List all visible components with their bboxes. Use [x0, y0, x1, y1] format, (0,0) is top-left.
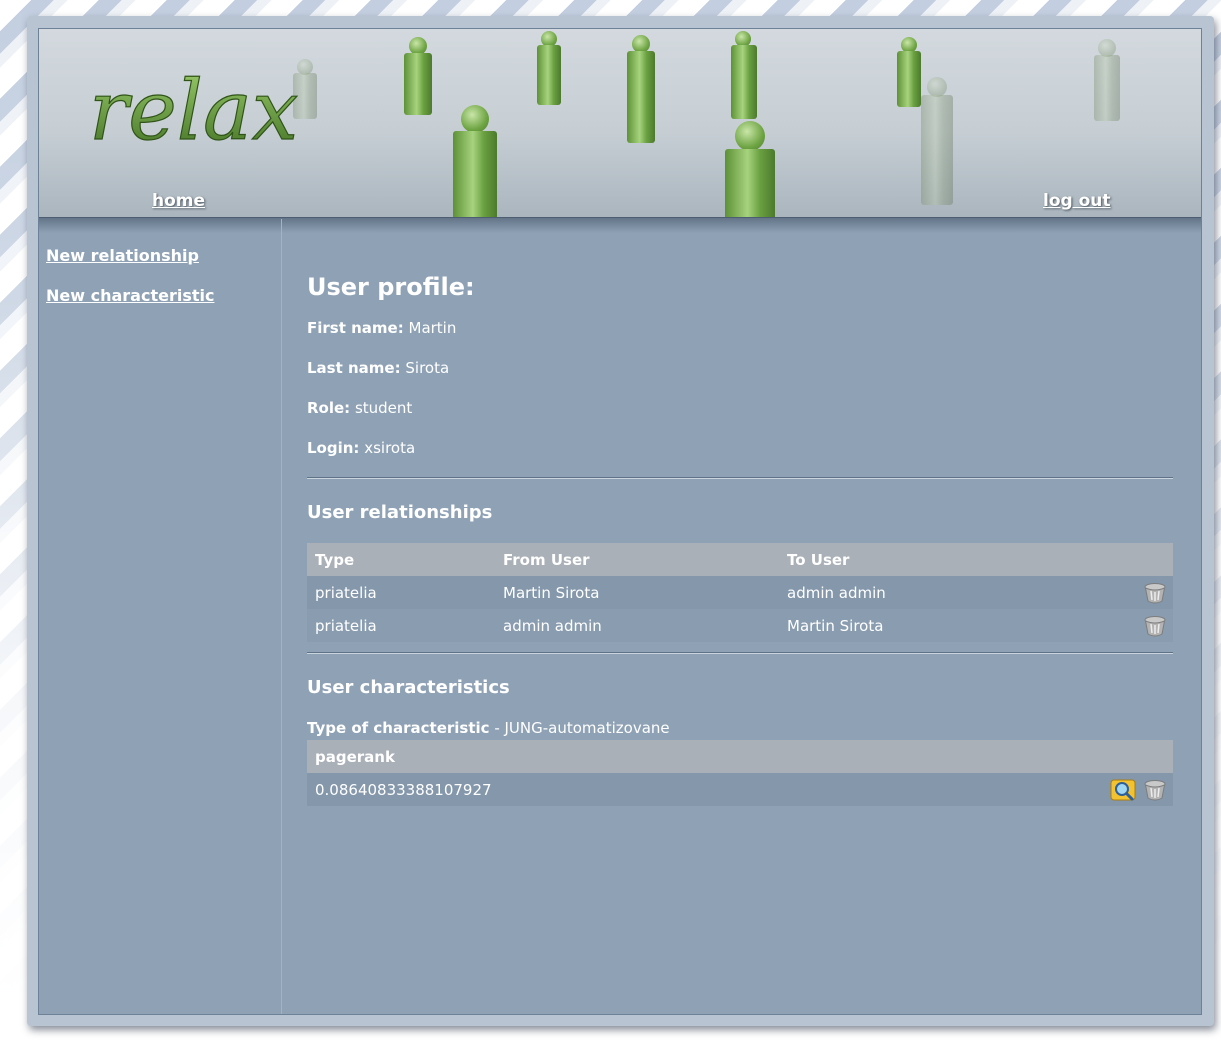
table-row: priatelia admin admin Martin Sirota [307, 609, 1173, 642]
cell-from-user: Martin Sirota [495, 576, 779, 609]
trash-icon[interactable] [1143, 581, 1167, 605]
cell-type: priatelia [307, 576, 495, 609]
field-label: Last name: [307, 359, 401, 377]
field-value: Sirota [405, 359, 450, 377]
page-title: User profile: [307, 273, 475, 301]
table-header-row: pagerank [307, 740, 1173, 773]
page-container: relax home log out New relationship New … [38, 28, 1202, 1015]
field-label: Role: [307, 399, 351, 417]
column-header-type: Type [307, 543, 495, 576]
column-header-pagerank: pagerank [307, 740, 1085, 773]
column-header-actions [1125, 543, 1173, 576]
characteristic-type-label: Type of characteristic [307, 719, 490, 737]
cell-type: priatelia [307, 609, 495, 642]
magnifier-icon[interactable] [1110, 777, 1138, 803]
column-header-actions [1085, 740, 1173, 773]
trash-icon[interactable] [1143, 778, 1167, 802]
field-value: Martin [408, 319, 457, 337]
table-header-row: Type From User To User [307, 543, 1173, 576]
relationships-table: Type From User To User priatelia Martin … [307, 543, 1173, 642]
relationships-title: User relationships [307, 502, 493, 523]
field-label: First name: [307, 319, 404, 337]
relax-logo: relax [88, 63, 298, 159]
cell-from-user: admin admin [495, 609, 779, 642]
column-header-to-user: To User [779, 543, 1125, 576]
table-row: priatelia Martin Sirota admin admin [307, 576, 1173, 609]
field-value: student [354, 399, 413, 417]
cell-actions [1125, 609, 1173, 642]
characteristic-type-separator: - [489, 719, 505, 737]
first-name-field: First name: Martin [307, 319, 456, 337]
divider [307, 652, 1173, 654]
sidebar: New relationship New characteristic [39, 219, 282, 1014]
sidebar-item-new-characteristic[interactable]: New characteristic [46, 286, 214, 305]
table-row: 0.08640833388107927 [307, 773, 1173, 806]
characteristics-table: pagerank 0.08640833388107927 [307, 740, 1173, 806]
characteristic-type-value: JUNG-automatizovane [504, 719, 670, 737]
cell-actions [1085, 773, 1173, 806]
column-header-from-user: From User [495, 543, 779, 576]
field-value: xsirota [364, 439, 416, 457]
characteristics-title: User characteristics [307, 677, 510, 698]
divider [307, 477, 1173, 479]
logout-link[interactable]: log out [1043, 191, 1111, 211]
trash-icon[interactable] [1143, 614, 1167, 638]
login-field: Login: xsirota [307, 439, 415, 457]
header-banner: relax home log out [39, 29, 1201, 218]
cell-actions [1125, 576, 1173, 609]
field-label: Login: [307, 439, 360, 457]
home-link[interactable]: home [152, 191, 205, 211]
cell-to-user: Martin Sirota [779, 609, 1125, 642]
logo-text: relax [89, 64, 298, 159]
cell-to-user: admin admin [779, 576, 1125, 609]
role-field: Role: student [307, 399, 412, 417]
cell-pagerank-value: 0.08640833388107927 [307, 773, 1085, 806]
characteristic-type: Type of characteristic - JUNG-automatizo… [307, 719, 670, 737]
last-name-field: Last name: Sirota [307, 359, 449, 377]
sidebar-item-new-relationship[interactable]: New relationship [46, 246, 199, 265]
